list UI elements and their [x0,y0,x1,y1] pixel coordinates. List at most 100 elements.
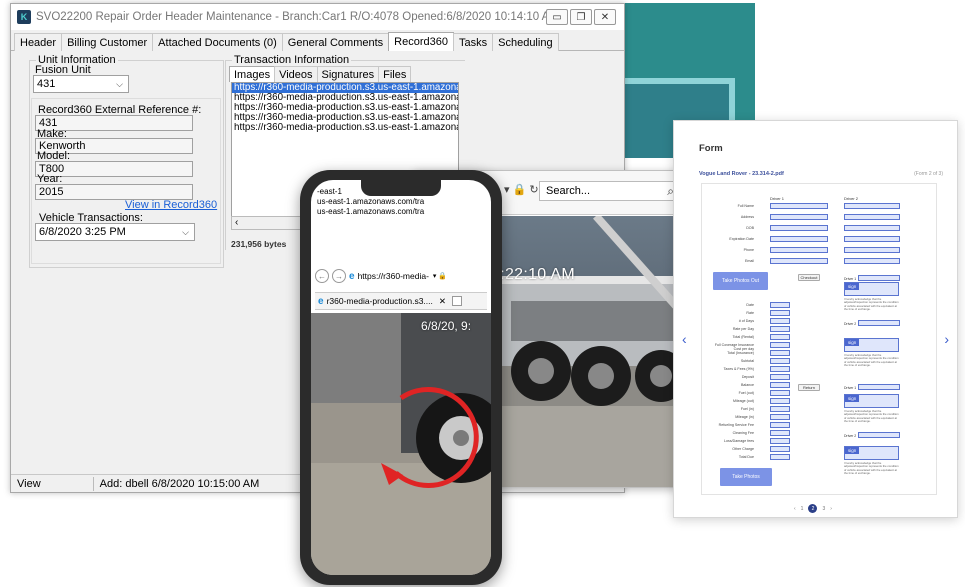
form-input[interactable] [770,203,828,209]
form-input[interactable] [844,236,900,242]
form-input[interactable] [844,247,900,253]
form-input[interactable] [770,214,828,220]
browser-search-input[interactable]: Search... ⌕ [539,181,679,201]
signature-field[interactable]: sign [844,338,899,352]
fee-input[interactable] [770,334,790,340]
tab-billing-customer[interactable]: Billing Customer [61,33,154,51]
phone-browser-tab[interactable]: e r360-media-production.s3.... ✕ [315,292,487,310]
checkout-button[interactable]: Checkout [798,274,820,281]
lock-icon: ▾ 🔒 ↻ [504,184,539,196]
form-input[interactable] [858,320,900,326]
fee-label: Deposit [741,375,754,379]
take-photos-out-button[interactable]: Take Photos Out [713,272,768,290]
list-item[interactable]: https://r360-media-production.s3.us-east… [232,103,458,113]
forward-icon[interactable]: → [332,269,346,283]
tab-scheduling[interactable]: Scheduling [492,33,559,51]
signature-field[interactable]: sign [844,282,899,296]
phone-address-bar[interactable]: ← → e https://r360-media- ▾ 🔒 [315,268,487,284]
tab-images[interactable]: Images [229,66,276,82]
form-input[interactable] [844,258,900,264]
year-field[interactable]: 2015 [35,184,193,200]
fee-input[interactable] [770,446,790,452]
list-item[interactable]: https://r360-media-production.s3.us-east… [232,93,458,103]
fee-input[interactable] [770,366,790,372]
page-current[interactable]: 2 [808,504,818,513]
chevron-right-icon[interactable]: › [944,331,949,347]
back-icon[interactable]: ← [315,269,329,283]
close-icon[interactable]: ✕ [439,296,446,307]
sign-label: sign [845,339,860,346]
fee-input[interactable] [770,430,790,436]
sign-driver-label: Driver 1 [844,277,857,281]
tab-signatures[interactable]: Signatures [316,66,380,82]
browser-logo-icon: e [318,295,324,307]
form-sheet: Driver 1 Driver 2 Full Name Address DOB … [701,183,937,495]
fee-input[interactable] [770,406,790,412]
signature-field[interactable]: sign [844,394,899,408]
form-input[interactable] [770,225,828,231]
fee-input[interactable] [770,422,790,428]
view-in-record360-link[interactable]: View in Record360 [125,199,217,211]
phone-address-text: https://r360-media- [357,271,429,281]
form-input[interactable] [858,275,900,281]
tab-attached-documents[interactable]: Attached Documents (0) [152,33,283,51]
fee-input[interactable] [770,398,790,404]
fee-input[interactable] [770,342,790,348]
fee-input[interactable] [770,374,790,380]
form-input[interactable] [770,258,828,264]
form-input[interactable] [844,203,900,209]
phone-url-line: us-east-1.amazonaws.com/tra [317,197,425,206]
minimize-icon[interactable]: ▭ [546,9,568,25]
form-input[interactable] [844,225,900,231]
fee-input[interactable] [770,454,790,460]
tab-record360[interactable]: Record360 [388,32,454,51]
list-item[interactable]: https://r360-media-production.s3.us-east… [232,113,458,123]
fusion-unit-select[interactable]: 431 ⌵ [33,75,129,93]
fee-input[interactable] [770,326,790,332]
form-input[interactable] [844,214,900,220]
chevron-right-icon[interactable]: › [830,506,832,512]
tab-header[interactable]: Header [14,33,63,51]
vehicle-transactions-value: 6/8/2020 3:25 PM [39,226,126,238]
tab-videos[interactable]: Videos [274,66,318,82]
fee-input[interactable] [770,358,790,364]
signature-field[interactable]: sign [844,446,899,460]
chevron-left-icon[interactable]: ‹ [235,217,238,228]
phone-tab-title: r360-media-production.s3.... [326,296,433,306]
form-input[interactable] [770,236,828,242]
form-document-name: Vogue Land Rover - 23.314-2.pdf [699,171,784,177]
tab-tasks[interactable]: Tasks [453,33,494,51]
fee-label: Taxes & Fees (9%) [723,367,754,371]
status-divider [92,476,94,491]
phone-tire-photo: 6/8/20, 9: [311,313,491,575]
fee-input[interactable] [770,310,790,316]
fee-input[interactable] [770,302,790,308]
tab-files[interactable]: Files [378,66,412,82]
page-link[interactable]: 3 [822,506,825,512]
sign-label: sign [845,283,860,290]
form-input[interactable] [858,432,900,438]
form-input[interactable] [858,384,900,390]
close-icon[interactable]: ✕ [594,9,616,25]
new-tab-icon[interactable] [452,296,462,306]
fee-input[interactable] [770,390,790,396]
fee-input[interactable] [770,382,790,388]
return-button[interactable]: Return [798,384,820,391]
disclaimer-text: I hereby acknowledge that the adjusted/i… [844,461,899,476]
maximize-icon[interactable]: ❐ [570,9,592,25]
fee-input[interactable] [770,318,790,324]
tab-general-comments[interactable]: General Comments [281,33,390,51]
chevron-left-icon[interactable]: ‹ [794,506,796,512]
fee-input[interactable] [770,438,790,444]
list-item[interactable]: https://r360-media-production.s3.us-east… [232,123,458,133]
chevron-left-icon[interactable]: ‹ [682,331,687,347]
fee-input[interactable] [770,350,790,356]
list-item[interactable]: https://r360-media-production.s3.us-east… [232,83,458,93]
vehicle-transactions-select[interactable]: 6/8/2020 3:25 PM ⌵ [35,223,195,241]
app-logo-icon: K [17,10,31,24]
take-photos-button[interactable]: Take Photos [720,468,772,486]
form-input[interactable] [770,247,828,253]
phone-url-line: us-east-1.amazonaws.com/tra [317,207,425,216]
page-link[interactable]: 1 [801,506,804,512]
fee-input[interactable] [770,414,790,420]
